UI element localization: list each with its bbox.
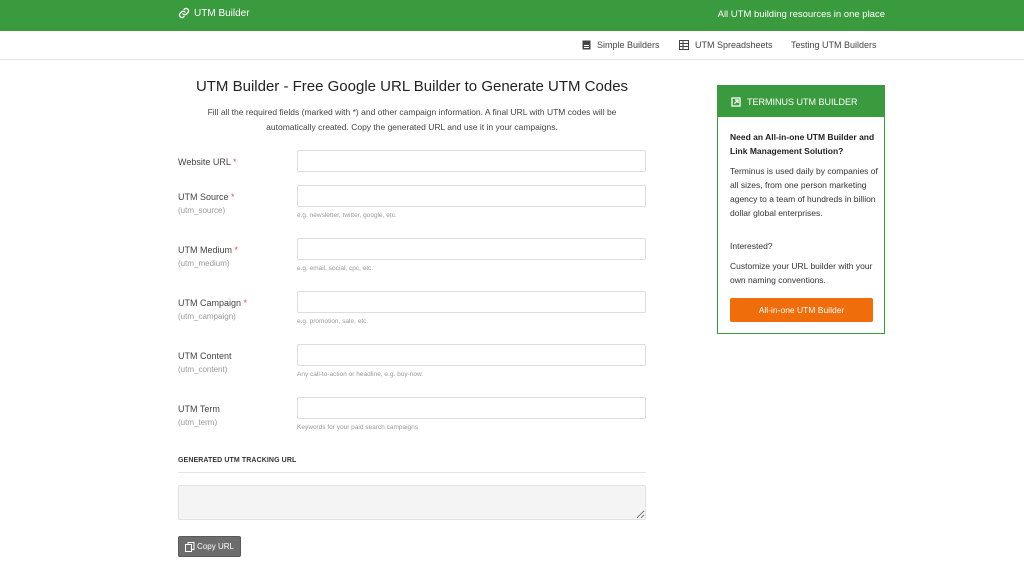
required-marker: * bbox=[243, 298, 248, 308]
utm-term-label: UTM Term bbox=[178, 404, 220, 414]
field-label-text: UTM Medium bbox=[178, 245, 233, 255]
utm-source-param: (utm_source) bbox=[178, 206, 226, 215]
copy-url-button[interactable]: Copy URL bbox=[178, 536, 241, 557]
promo-description: Terminus is used daily by companies of a… bbox=[730, 166, 878, 218]
generated-url-output[interactable] bbox=[178, 485, 646, 520]
brand-link[interactable]: UTM Builder bbox=[178, 7, 250, 19]
utm-medium-label: UTM Medium * bbox=[178, 245, 238, 255]
external-link-icon bbox=[731, 96, 741, 107]
utm-content-input[interactable] bbox=[297, 344, 646, 366]
utm-source-help: e.g. newsletter, twitter, google, etc. bbox=[297, 212, 397, 219]
brand-label: UTM Builder bbox=[194, 7, 250, 19]
header-tagline: All UTM building resources in one place bbox=[717, 9, 885, 20]
field-label-text: UTM Term bbox=[178, 404, 220, 414]
required-marker: * bbox=[231, 192, 235, 202]
sub-navigation: Simple Builders UTM Spreadsheets Testing… bbox=[0, 31, 1024, 60]
utm-term-help: Keywords for your paid search campaigns bbox=[297, 424, 419, 431]
website-url-input[interactable] bbox=[297, 150, 646, 172]
top-bar: UTM Builder All UTM building resources i… bbox=[0, 0, 1024, 31]
nav-testing-utm-builders[interactable]: Testing UTM Builders bbox=[791, 40, 877, 50]
required-marker: * bbox=[233, 157, 237, 167]
utm-medium-help: e.g. email, social, cpc, etc. bbox=[297, 265, 374, 272]
field-label-text: UTM Source bbox=[178, 192, 229, 202]
terminus-promo-card: TERMINUS UTM BUILDER Need an All-in-one … bbox=[717, 85, 885, 334]
utm-content-label: UTM Content bbox=[178, 351, 232, 361]
utm-campaign-param: (utm_campaign) bbox=[178, 312, 236, 321]
nav-label: Testing UTM Builders bbox=[791, 40, 877, 50]
utm-campaign-help: e.g. promotion, sale, etc. bbox=[297, 318, 369, 325]
field-label-text: UTM Campaign bbox=[178, 298, 242, 308]
field-label-text: Website URL bbox=[178, 157, 231, 167]
divider bbox=[178, 472, 646, 473]
copy-url-label: Copy URL bbox=[197, 542, 234, 551]
utm-medium-param: (utm_medium) bbox=[178, 259, 230, 268]
utm-source-input[interactable] bbox=[297, 185, 646, 207]
document-icon bbox=[582, 40, 591, 50]
copy-icon bbox=[185, 541, 195, 552]
utm-medium-input[interactable] bbox=[297, 238, 646, 260]
website-url-label: Website URL * bbox=[178, 157, 237, 167]
nav-label: Simple Builders bbox=[597, 40, 660, 50]
utm-campaign-input[interactable] bbox=[297, 291, 646, 313]
all-in-one-utm-builder-button[interactable]: All-in-one UTM Builder bbox=[730, 298, 873, 322]
spreadsheet-icon bbox=[679, 40, 689, 50]
utm-term-input[interactable] bbox=[297, 397, 646, 419]
promo-interested: Interested? bbox=[730, 241, 773, 251]
promo-card-title: TERMINUS UTM BUILDER bbox=[747, 96, 858, 107]
nav-utm-spreadsheets[interactable]: UTM Spreadsheets bbox=[679, 40, 773, 50]
nav-label: UTM Spreadsheets bbox=[695, 40, 773, 50]
nav-simple-builders[interactable]: Simple Builders bbox=[582, 40, 660, 50]
utm-source-label: UTM Source * bbox=[178, 192, 235, 202]
promo-customize: Customize your URL builder with your own… bbox=[730, 261, 873, 285]
utm-term-param: (utm_term) bbox=[178, 418, 218, 427]
generated-url-heading: GENERATED UTM TRACKING URL bbox=[178, 457, 297, 464]
required-marker: * bbox=[234, 245, 239, 255]
promo-card-header: TERMINUS UTM BUILDER bbox=[718, 86, 884, 117]
utm-content-help: Any call-to-action or headline, e.g. buy… bbox=[297, 371, 424, 378]
intro-text: Fill all the required fields (marked wit… bbox=[207, 107, 617, 132]
promo-question: Need an All-in-one UTM Builder and Link … bbox=[730, 132, 875, 156]
field-label-text: UTM Content bbox=[178, 351, 232, 361]
utm-content-param: (utm_content) bbox=[178, 365, 228, 374]
link-icon bbox=[178, 7, 190, 19]
utm-campaign-label: UTM Campaign * bbox=[178, 298, 247, 308]
page-title: UTM Builder - Free Google URL Builder to… bbox=[195, 78, 629, 95]
